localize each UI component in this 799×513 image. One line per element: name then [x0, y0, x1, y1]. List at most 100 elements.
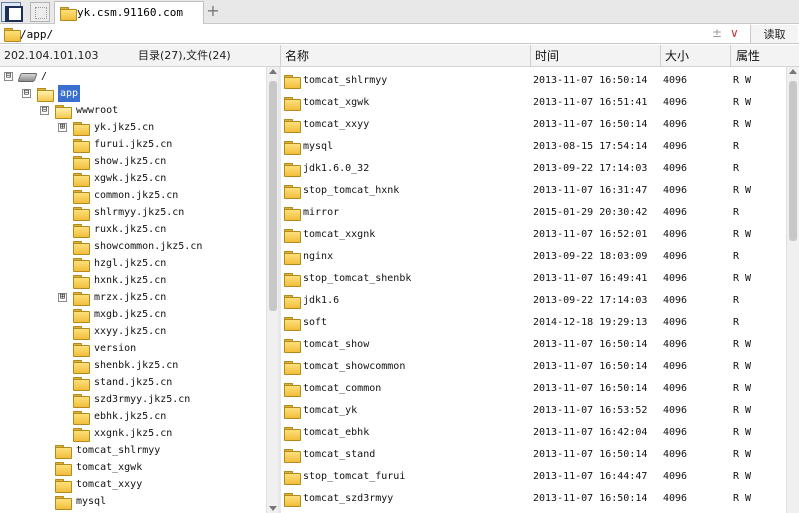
tree-node[interactable]: ⊞ yk.jkz5.cn [0, 119, 266, 136]
tree-node[interactable]: furui.jkz5.cn [0, 136, 266, 153]
file-row[interactable]: tomcat_common 2013-11-07 16:50:14 4096 R W [281, 378, 786, 400]
tree-node-label[interactable]: wwwroot [76, 102, 118, 119]
file-row[interactable]: nginx 2013-09-22 18:03:09 4096 R [281, 246, 786, 268]
file-row[interactable]: jdk1.6.0_32 2013-09-22 17:14:03 4096 R [281, 158, 786, 180]
file-row[interactable]: tomcat_shlrmyy 2013-11-07 16:50:14 4096 R W [281, 70, 786, 92]
tree-node[interactable]: ⊟ / [0, 68, 266, 85]
new-window-button[interactable] [30, 2, 50, 22]
column-separator[interactable] [530, 45, 531, 67]
column-header-time[interactable]: 时间 [535, 45, 559, 67]
file-row[interactable]: jdk1.6 2013-09-22 17:14:03 4096 R [281, 290, 786, 312]
tree-node-label[interactable]: mxgb.jkz5.cn [94, 306, 166, 323]
tree-node-label[interactable]: szd3rmyy.jkz5.cn [94, 391, 190, 408]
tree-node[interactable]: xxyy.jkz5.cn [0, 323, 266, 340]
file-row[interactable]: soft 2014-12-18 19:29:13 4096 R [281, 312, 786, 334]
tree-node[interactable]: showcommon.jkz5.cn [0, 238, 266, 255]
file-row[interactable]: tomcat_showcommon 2013-11-07 16:50:14 4096… [281, 356, 786, 378]
tree-node[interactable]: tomcat_shlrmyy [0, 442, 266, 459]
tree-node[interactable]: tomcat_xgwk [0, 459, 266, 476]
file-list-scrollbar[interactable] [786, 67, 799, 513]
file-row[interactable]: mysql 2013-08-15 17:54:14 4096 R [281, 136, 786, 158]
tree-node-label[interactable]: hxnk.jkz5.cn [94, 272, 166, 289]
file-row[interactable]: mirror 2015-01-29 20:30:42 4096 R [281, 202, 786, 224]
tree-node-label[interactable]: ebhk.jkz5.cn [94, 408, 166, 425]
tree-node[interactable]: xgwk.jkz5.cn [0, 170, 266, 187]
column-separator[interactable] [660, 45, 661, 67]
path-input[interactable] [20, 26, 700, 42]
file-row[interactable]: stop_tomcat_furui 2013-11-07 16:44:47 4096… [281, 466, 786, 488]
tree-node-label[interactable]: stand.jkz5.cn [94, 374, 172, 391]
file-row[interactable]: stop_tomcat_shenbk 2013-11-07 16:49:41 409… [281, 268, 786, 290]
scroll-up-icon[interactable] [269, 69, 277, 74]
file-row[interactable]: tomcat_xgwk 2013-11-07 16:51:41 4096 R W [281, 92, 786, 114]
tree-node-label[interactable]: mysql [76, 493, 106, 510]
plus-minus-icon[interactable]: ± [712, 26, 722, 40]
file-row[interactable]: stop_tomcat_hxnk 2013-11-07 16:31:47 4096 R… [281, 180, 786, 202]
tree-node[interactable]: hzgl.jkz5.cn [0, 255, 266, 272]
tree-node[interactable]: szd3rmyy.jkz5.cn [0, 391, 266, 408]
tree-node[interactable]: version [0, 340, 266, 357]
tree-node[interactable]: ⊟ app [0, 85, 266, 102]
chevron-down-icon[interactable]: ∨ [730, 26, 739, 40]
tree-node[interactable]: common.jkz5.cn [0, 187, 266, 204]
tree-node-label[interactable]: version [94, 340, 136, 357]
file-row[interactable]: tomcat_xxyy 2013-11-07 16:50:14 4096 R W [281, 114, 786, 136]
file-list-scroll-thumb[interactable] [789, 81, 797, 241]
tree-node-label[interactable]: tomcat_xxyy [76, 476, 142, 493]
scroll-up-icon[interactable] [789, 69, 797, 74]
tree-scrollbar[interactable] [266, 67, 278, 513]
add-tab-button[interactable]: + [205, 3, 221, 21]
file-row[interactable]: tomcat_yk 2013-11-07 16:53:52 4096 R W [281, 400, 786, 422]
tree-node[interactable]: ruxk.jkz5.cn [0, 221, 266, 238]
tree-node-label[interactable]: tomcat_xgwk [76, 459, 142, 476]
collapse-icon[interactable]: ⊟ [4, 72, 13, 81]
tree-node[interactable]: ⊞ mrzx.jkz5.cn [0, 289, 266, 306]
tree-node-label[interactable]: yk.jkz5.cn [94, 119, 154, 136]
file-row[interactable]: tomcat_show 2013-11-07 16:50:14 4096 R W [281, 334, 786, 356]
tree-node-label[interactable]: shenbk.jkz5.cn [94, 357, 178, 374]
tree-node[interactable]: ⊟ wwwroot [0, 102, 266, 119]
tree-node[interactable]: mysql [0, 493, 266, 510]
tree-node-label[interactable]: xxgnk.jkz5.cn [94, 425, 172, 442]
tree-node[interactable]: ebhk.jkz5.cn [0, 408, 266, 425]
tree-node[interactable]: show.jkz5.cn [0, 153, 266, 170]
tree-node-label[interactable]: tomcat_shlrmyy [76, 442, 160, 459]
expand-icon[interactable]: ⊞ [58, 293, 67, 302]
file-row[interactable]: tomcat_ebhk 2013-11-07 16:42:04 4096 R W [281, 422, 786, 444]
tree-node[interactable]: xxgnk.jkz5.cn [0, 425, 266, 442]
read-button[interactable]: 读取 [750, 25, 798, 43]
tree-node-label[interactable]: xxyy.jkz5.cn [94, 323, 166, 340]
tree-node-label[interactable]: mrzx.jkz5.cn [94, 289, 166, 306]
tree-scroll-thumb[interactable] [269, 81, 277, 311]
collapse-icon[interactable]: ⊟ [40, 106, 49, 115]
file-list[interactable]: tomcat_shlrmyy 2013-11-07 16:50:14 4096 R W… [281, 67, 786, 513]
tree-node[interactable]: tomcat_xxyy [0, 476, 266, 493]
column-header-size[interactable]: 大小 [665, 45, 689, 67]
tree-node[interactable]: mxgb.jkz5.cn [0, 306, 266, 323]
file-row[interactable]: tomcat_xxgnk 2013-11-07 16:52:01 4096 R W [281, 224, 786, 246]
window-toggle-button[interactable] [1, 2, 23, 22]
tree-node-label[interactable]: showcommon.jkz5.cn [94, 238, 202, 255]
tree-node-label[interactable]: ruxk.jkz5.cn [94, 221, 166, 238]
tree-node-label[interactable]: hzgl.jkz5.cn [94, 255, 166, 272]
file-row[interactable]: tomcat_szd3rmyy 2013-11-07 16:50:14 4096 R … [281, 488, 786, 510]
collapse-icon[interactable]: ⊟ [22, 89, 31, 98]
tree-node[interactable]: stand.jkz5.cn [0, 374, 266, 391]
tree-node-label[interactable]: app [58, 85, 81, 102]
tree-node-label[interactable]: common.jkz5.cn [94, 187, 178, 204]
scroll-down-icon[interactable] [269, 506, 277, 511]
tree-node[interactable]: hxnk.jkz5.cn [0, 272, 266, 289]
file-row[interactable]: tomcat_stand 2013-11-07 16:50:14 4096 R W [281, 444, 786, 466]
tree-node[interactable]: shenbk.jkz5.cn [0, 357, 266, 374]
expand-icon[interactable]: ⊞ [58, 123, 67, 132]
tree-node-label[interactable]: show.jkz5.cn [94, 153, 166, 170]
column-separator[interactable] [730, 45, 731, 67]
tree-node-label[interactable]: furui.jkz5.cn [94, 136, 172, 153]
column-header-attr[interactable]: 属性 [736, 45, 760, 67]
directory-tree[interactable]: ⊟ / ⊟ app ⊟ wwwroot ⊞ yk.jkz5.cn furui.jkz5.cn sh… [0, 67, 266, 513]
tree-node-label[interactable]: xgwk.jkz5.cn [94, 170, 166, 187]
tree-node[interactable]: shlrmyy.jkz5.cn [0, 204, 266, 221]
tab-active[interactable]: yk.csm.91160.com [54, 1, 204, 24]
tree-node-label[interactable]: shlrmyy.jkz5.cn [94, 204, 184, 221]
tree-node-label[interactable]: / [41, 68, 47, 85]
